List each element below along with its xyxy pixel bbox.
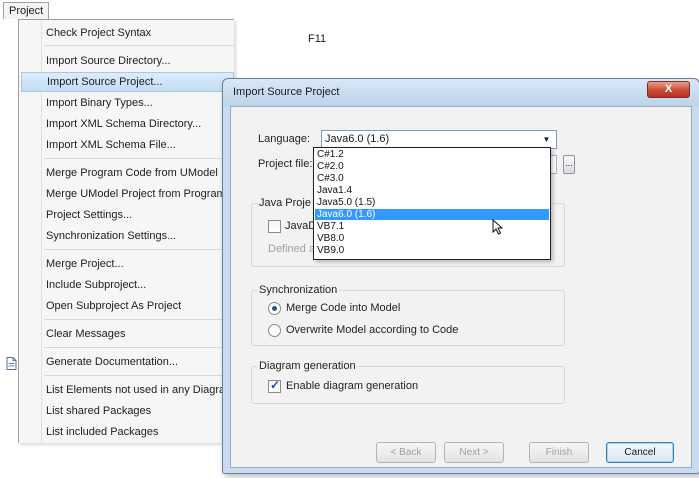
mouse-cursor-icon — [492, 219, 504, 235]
menu-item-open-subproject[interactable]: Open Subproject As Project — [21, 296, 234, 316]
close-button[interactable]: X — [647, 81, 690, 98]
option-vb-9-0[interactable]: VB9.0 — [315, 245, 549, 256]
finish-button[interactable]: Finish — [529, 442, 589, 463]
option-csharp-1-2[interactable]: C#1.2 — [315, 149, 549, 160]
javadoc-checkbox[interactable] — [268, 220, 281, 233]
menu-item-project-settings[interactable]: Project Settings... — [21, 205, 234, 225]
menu-item-generate-documentation[interactable]: Generate Documentation... — [21, 352, 234, 372]
menu-item-import-binary-types[interactable]: Import Binary Types... — [21, 93, 234, 113]
cancel-button[interactable]: Cancel — [606, 442, 674, 463]
menu-item-label: Project Settings... — [46, 209, 133, 221]
sync-group-title: Synchronization — [257, 284, 340, 296]
menu-item-label: List shared Packages — [46, 405, 152, 417]
menu-item-label: Merge Program Code from UModel — [46, 167, 218, 179]
shortcut-f11: F11 — [308, 33, 327, 45]
menu-item-import-xml-schema-directory[interactable]: Import XML Schema Directory... — [21, 114, 234, 134]
menu-separator — [44, 249, 234, 250]
menu-item-label: List included Packages — [46, 426, 159, 438]
menu-item-import-source-project[interactable]: Import Source Project... — [21, 72, 234, 92]
option-vb-7-1[interactable]: VB7.1 — [315, 221, 549, 232]
language-label: Language: — [258, 133, 310, 145]
merge-code-radio[interactable] — [268, 302, 281, 315]
option-csharp-3-0[interactable]: C#3.0 — [315, 173, 549, 184]
menu-item-list-unused-elements[interactable]: List Elements not used in any Diagram — [21, 380, 234, 400]
browse-button[interactable]: ... — [563, 155, 575, 174]
chevron-down-icon[interactable]: ▼ — [539, 132, 554, 147]
overwrite-model-radio[interactable] — [268, 324, 281, 337]
enable-diagram-generation-checkbox[interactable] — [268, 378, 281, 393]
option-java-5-0[interactable]: Java5.0 (1.5) — [315, 197, 549, 208]
menu-item-list-shared-packages[interactable]: List shared Packages — [21, 401, 234, 421]
dialog-title: Import Source Project — [233, 86, 340, 98]
menu-item-import-xml-schema-file[interactable]: Import XML Schema File... — [21, 135, 234, 155]
dialog-titlebar: Import Source Project X — [223, 79, 699, 106]
option-java-1-4[interactable]: Java1.4 — [315, 185, 549, 196]
option-csharp-2-0[interactable]: C#2.0 — [315, 161, 549, 172]
merge-code-label: Merge Code into Model — [286, 302, 401, 314]
menu-item-include-subproject[interactable]: Include Subproject... — [21, 275, 234, 295]
menu-project[interactable]: Project — [3, 2, 50, 19]
menu-item-label: Import Source Directory... — [46, 55, 171, 67]
menu-separator — [44, 319, 234, 320]
option-java-6-0[interactable]: Java6.0 (1.6) — [315, 209, 549, 220]
next-button[interactable]: Next > — [444, 442, 504, 463]
menu-separator — [44, 347, 234, 348]
back-button[interactable]: < Back — [376, 442, 436, 463]
menu-item-label: Include Subproject... — [46, 279, 147, 291]
menu-item-label: Generate Documentation... — [46, 356, 179, 368]
menu-item-label: Import XML Schema File... — [46, 139, 176, 151]
menu-item-synchronization-settings[interactable]: Synchronization Settings... — [21, 226, 234, 246]
menu-item-label: Import XML Schema Directory... — [46, 118, 202, 130]
menu-item-merge-umodel-project[interactable]: Merge UModel Project from Program Code — [21, 184, 234, 204]
menu-separator — [44, 45, 234, 46]
menu-item-label: Check Project Syntax — [46, 27, 152, 39]
project-menu: Check Project Syntax Import Source Direc… — [18, 19, 234, 443]
document-icon — [6, 357, 17, 370]
enable-diagram-generation-label: Enable diagram generation — [286, 380, 419, 392]
menu-item-clear-messages[interactable]: Clear Messages — [21, 324, 234, 344]
menu-item-label: Import Binary Types... — [46, 97, 153, 109]
menu-item-label: Merge UModel Project from Program Code — [46, 188, 234, 200]
option-vb-8-0[interactable]: VB8.0 — [315, 233, 549, 244]
project-file-label: Project file: — [258, 158, 313, 170]
java-group-title: Java Proje — [257, 197, 313, 209]
menu-item-merge-project[interactable]: Merge Project... — [21, 254, 234, 274]
menu-item-label: Clear Messages — [46, 328, 126, 340]
menu-item-label: Synchronization Settings... — [46, 230, 177, 242]
menu-item-import-source-directory[interactable]: Import Source Directory... — [21, 51, 234, 71]
menu-item-merge-program-code[interactable]: Merge Program Code from UModel — [21, 163, 234, 183]
diagram-group-title: Diagram generation — [257, 360, 358, 372]
synchronization-group — [251, 290, 565, 346]
menu-separator — [44, 375, 234, 376]
menu-item-label: Merge Project... — [46, 258, 124, 270]
menu-separator — [44, 158, 234, 159]
overwrite-model-label: Overwrite Model according to Code — [286, 324, 459, 336]
language-value: Java6.0 (1.6) — [325, 133, 390, 145]
menu-item-check-project-syntax[interactable]: Check Project Syntax — [21, 23, 234, 43]
menu-item-list-included-packages[interactable]: List included Packages — [21, 422, 234, 442]
import-source-project-dialog: Import Source Project X Language: Java6.… — [222, 78, 699, 474]
menu-item-label: Open Subproject As Project — [46, 300, 182, 312]
javadoc-label: JavaD — [285, 220, 317, 232]
menu-item-label: List Elements not used in any Diagram — [46, 384, 234, 396]
menu-item-label: Import Source Project... — [47, 76, 163, 88]
language-dropdown-list: C#1.2 C#2.0 C#3.0 Java1.4 Java5.0 (1.5) … — [313, 147, 551, 260]
defined-label: Defined a — [268, 243, 316, 255]
